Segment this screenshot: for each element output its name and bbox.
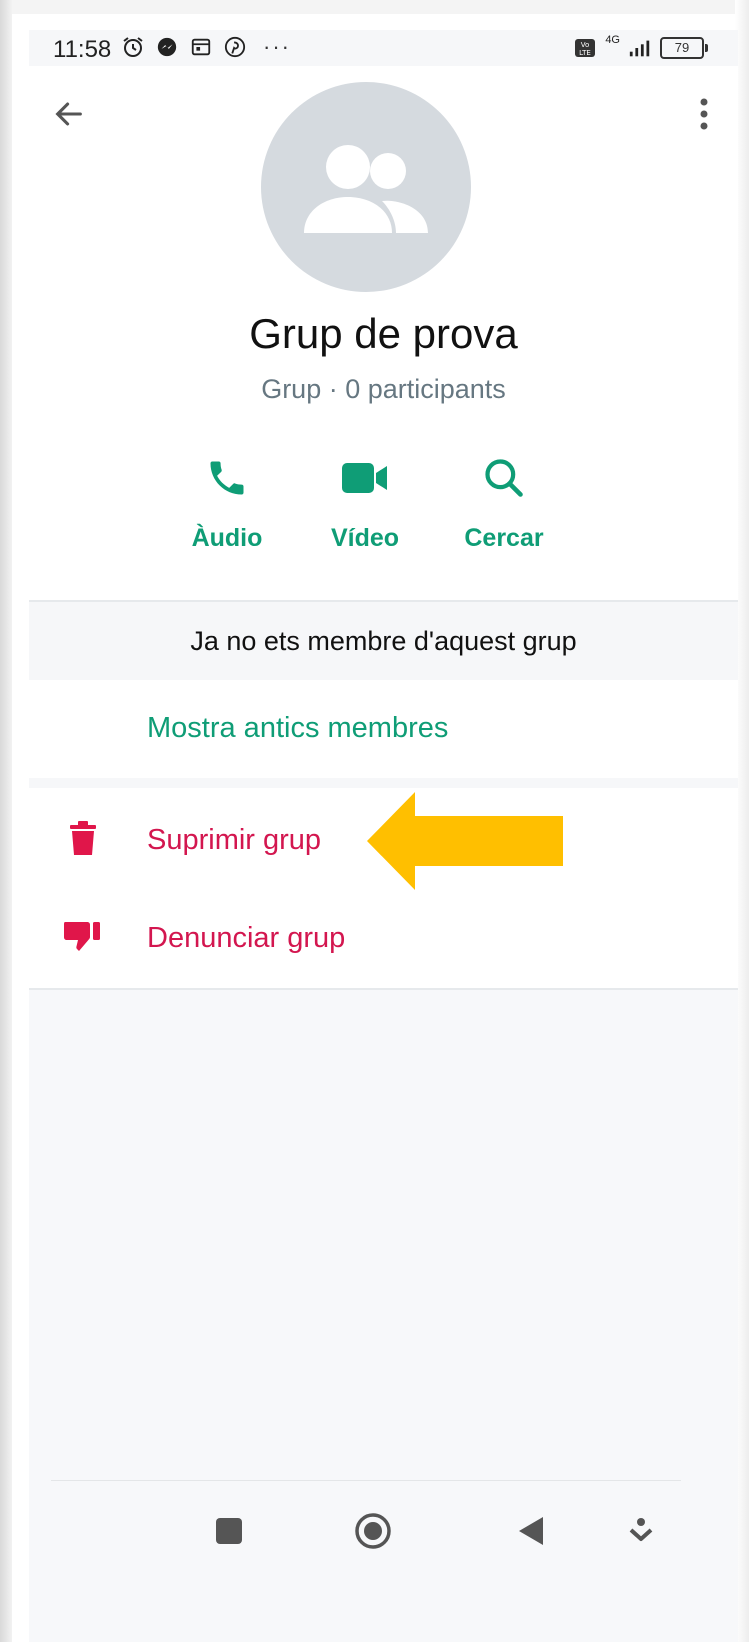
battery-tip [705, 44, 708, 52]
alarm-icon [121, 35, 145, 59]
video-camera-icon [342, 463, 387, 493]
back-arrow-icon [55, 102, 82, 126]
group-name: Grup de prova [249, 310, 518, 357]
audio-call-label: Àudio [191, 524, 263, 552]
home-button[interactable] [343, 1501, 403, 1561]
search-button[interactable]: Cercar [439, 448, 569, 568]
group-subtitle: Grup · 0 participants [261, 374, 506, 404]
status-bar: 11:58 ··· Vo LTE 4G 79 [29, 30, 738, 66]
back-button[interactable] [47, 92, 91, 136]
group-people-icon [304, 145, 428, 233]
signal-icon [628, 36, 652, 60]
audio-call-button[interactable]: Àudio [162, 448, 292, 568]
quick-actions: Àudio Vídeo Cercar [29, 448, 738, 568]
report-group-row[interactable]: Denunciar grup [29, 888, 738, 986]
volte-icon: Vo LTE [573, 36, 597, 60]
annotation-arrow-icon [367, 792, 563, 890]
messenger-icon [155, 35, 179, 59]
video-call-label: Vídeo [330, 524, 400, 552]
svg-text:LTE: LTE [579, 49, 591, 57]
calendar-icon [189, 35, 213, 59]
trash-icon [61, 816, 105, 860]
notification-icons: ··· [121, 34, 291, 60]
show-former-members-row[interactable]: Mostra antics membres [29, 680, 738, 778]
back-nav-button[interactable] [501, 1501, 561, 1561]
pinterest-icon [223, 35, 247, 59]
section-divider [29, 778, 738, 788]
more-options-button[interactable] [686, 92, 722, 136]
delete-group-label: Suprimir grup [147, 824, 322, 856]
video-call-button[interactable]: Vídeo [300, 448, 430, 568]
not-member-notice: Ja no ets membre d'aquest grup [29, 600, 738, 680]
more-notifications-icon: ··· [263, 34, 291, 59]
group-avatar[interactable] [261, 82, 471, 292]
device-frame-left [0, 0, 12, 1642]
home-circle-icon [355, 1513, 391, 1549]
network-type: 4G [605, 34, 620, 46]
report-group-label: Denunciar grup [147, 922, 346, 954]
device-frame-top [0, 0, 749, 14]
search-icon [485, 459, 523, 497]
more-vertical-icon [700, 98, 708, 130]
page: 11:58 ··· Vo LTE 4G 79 Grup de prova Gru… [0, 0, 749, 1642]
not-member-text: Ja no ets membre d'aquest grup [190, 625, 577, 656]
status-time: 11:58 [53, 36, 112, 63]
recents-square-icon [216, 1518, 242, 1544]
show-former-members-label: Mostra antics membres [147, 712, 449, 744]
svg-text:Vo: Vo [581, 41, 590, 49]
expand-nav-button[interactable] [611, 1501, 671, 1561]
battery-icon: 79 [660, 37, 708, 59]
back-triangle-icon [519, 1517, 543, 1545]
chevron-down-dot-icon [629, 1518, 653, 1541]
search-label: Cercar [464, 524, 544, 552]
battery-level: 79 [660, 37, 704, 59]
recents-button[interactable] [199, 1501, 259, 1561]
thumbs-down-icon [61, 914, 105, 958]
phone-icon [210, 461, 244, 495]
system-icons: Vo LTE 4G 79 [573, 34, 708, 60]
system-navigation-bar [51, 1480, 681, 1581]
